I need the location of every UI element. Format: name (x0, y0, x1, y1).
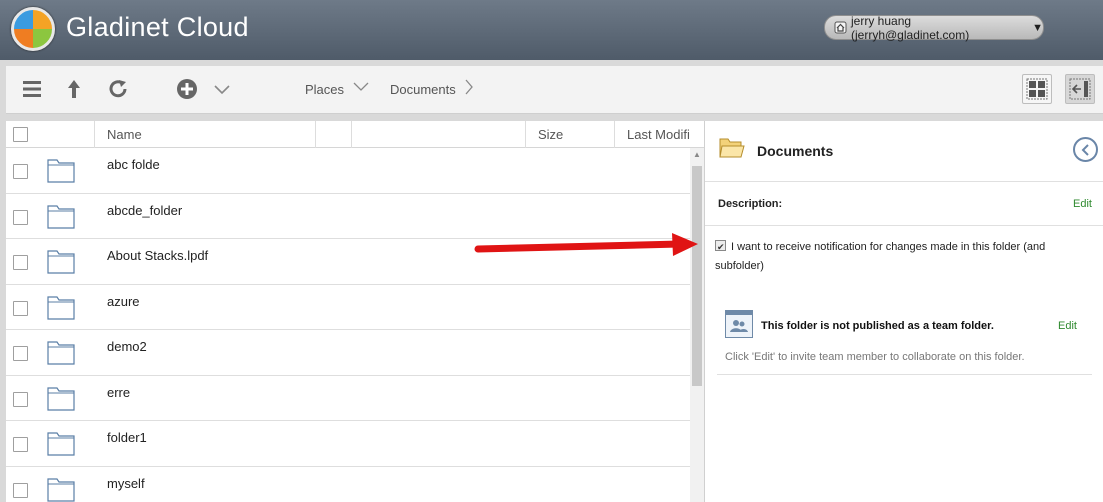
scroll-thumb[interactable] (692, 166, 702, 386)
list-item[interactable]: abc folde (6, 148, 704, 194)
chevron-down-icon[interactable] (209, 76, 235, 102)
add-circle-icon[interactable] (174, 76, 200, 102)
user-name-label: jerry huang (jerryh@gladinet.com) (851, 13, 970, 42)
refresh-icon[interactable] (105, 76, 131, 102)
folder-icon (47, 295, 75, 320)
folder-icon (47, 341, 75, 365)
folder-icon (47, 250, 75, 274)
description-edit-link[interactable]: Edit (1073, 198, 1092, 210)
column-header-last-modified[interactable]: Last Modifi (615, 121, 704, 148)
chevron-left-icon (1081, 143, 1089, 156)
list-item[interactable]: folder1 (6, 421, 704, 467)
divider (705, 181, 1103, 182)
list-item[interactable]: demo2 (6, 330, 704, 376)
list-item[interactable]: azure (6, 285, 704, 330)
toolbar: Places Documents (6, 66, 1103, 114)
divider (717, 374, 1092, 375)
file-name[interactable]: myself (107, 476, 145, 491)
row-checkbox[interactable] (13, 346, 28, 361)
team-folder-status: This folder is not published as a team f… (761, 320, 994, 332)
chevron-down-icon: ▼ (1032, 21, 1043, 34)
up-arrow-icon[interactable] (61, 76, 87, 102)
details-panel: Documents Description: Edit I want to re… (704, 121, 1103, 502)
column-header-blank[interactable] (316, 121, 352, 148)
row-checkbox[interactable] (13, 437, 28, 452)
user-menu-button[interactable]: jerry huang (jerryh@gladinet.com) ▼ (824, 13, 1044, 42)
divider (705, 225, 1103, 226)
select-all-checkbox[interactable] (13, 127, 28, 142)
list-item[interactable]: erre (6, 376, 704, 421)
chevron-down-icon[interactable] (353, 79, 369, 97)
file-name[interactable]: erre (107, 385, 130, 400)
row-checkbox[interactable] (13, 255, 28, 270)
grid-view-button[interactable] (1022, 74, 1052, 104)
file-name[interactable]: abc folde (107, 157, 160, 172)
select-all-column (6, 121, 95, 148)
folder-icon (47, 432, 75, 456)
file-name[interactable]: folder1 (107, 430, 147, 445)
panel-toggle-button[interactable] (1065, 74, 1095, 104)
column-header-name[interactable]: Name (95, 121, 316, 148)
folder-icon (47, 159, 75, 183)
scroll-up-icon[interactable]: ▲ (693, 150, 701, 159)
notification-option: I want to receive notification for chang… (715, 238, 1060, 276)
row-checkbox[interactable] (13, 482, 28, 498)
team-folder-edit-link[interactable]: Edit (1058, 320, 1077, 332)
list-body: abc folde abcde_folder About Stacks.lpdf… (6, 148, 704, 502)
column-header-size[interactable]: Size (526, 121, 615, 148)
collapse-panel-button[interactable] (1073, 137, 1098, 162)
folder-icon (47, 386, 75, 411)
list-scrollbar[interactable]: ▲ (690, 148, 704, 502)
row-checkbox[interactable] (13, 209, 28, 225)
file-name[interactable]: About Stacks.lpdf (107, 248, 208, 263)
list-item[interactable]: abcde_folder (6, 194, 704, 239)
file-name[interactable]: azure (107, 294, 140, 309)
grid-view-icon (1026, 78, 1048, 100)
app-logo (11, 7, 55, 51)
folder-icon (47, 477, 75, 502)
file-name[interactable]: abcde_folder (107, 203, 182, 218)
folder-icon (47, 204, 75, 229)
app-title: Gladinet Cloud (66, 12, 249, 42)
folder-open-icon (719, 138, 745, 158)
app-header: Gladinet Cloud jerry huang (jerryh@gladi… (0, 0, 1103, 60)
column-header-blank[interactable] (352, 121, 526, 148)
row-checkbox[interactable] (13, 300, 28, 316)
team-folder-hint: Click 'Edit' to invite team member to co… (725, 351, 1025, 363)
list-item[interactable]: About Stacks.lpdf (6, 239, 704, 285)
description-label: Description: (718, 198, 783, 210)
file-name[interactable]: demo2 (107, 339, 147, 354)
chevron-right-icon[interactable] (464, 79, 474, 99)
notification-label: I want to receive notification for chang… (715, 241, 1046, 272)
row-checkbox[interactable] (13, 164, 28, 179)
panel-toggle-icon (1069, 78, 1091, 100)
list-item[interactable]: myself (6, 467, 704, 502)
list-header: Name Size Last Modifi (6, 121, 704, 148)
team-folder-icon (725, 310, 753, 338)
breadcrumb-places[interactable]: Places (305, 82, 344, 97)
panel-title: Documents (757, 143, 834, 159)
file-list: Name Size Last Modifi abc folde abcde_fo… (6, 121, 704, 502)
home-icon (834, 21, 847, 34)
breadcrumb-documents[interactable]: Documents (390, 82, 456, 97)
notification-checkbox[interactable] (715, 238, 726, 257)
menu-icon[interactable] (19, 76, 45, 102)
row-checkbox[interactable] (13, 391, 28, 407)
